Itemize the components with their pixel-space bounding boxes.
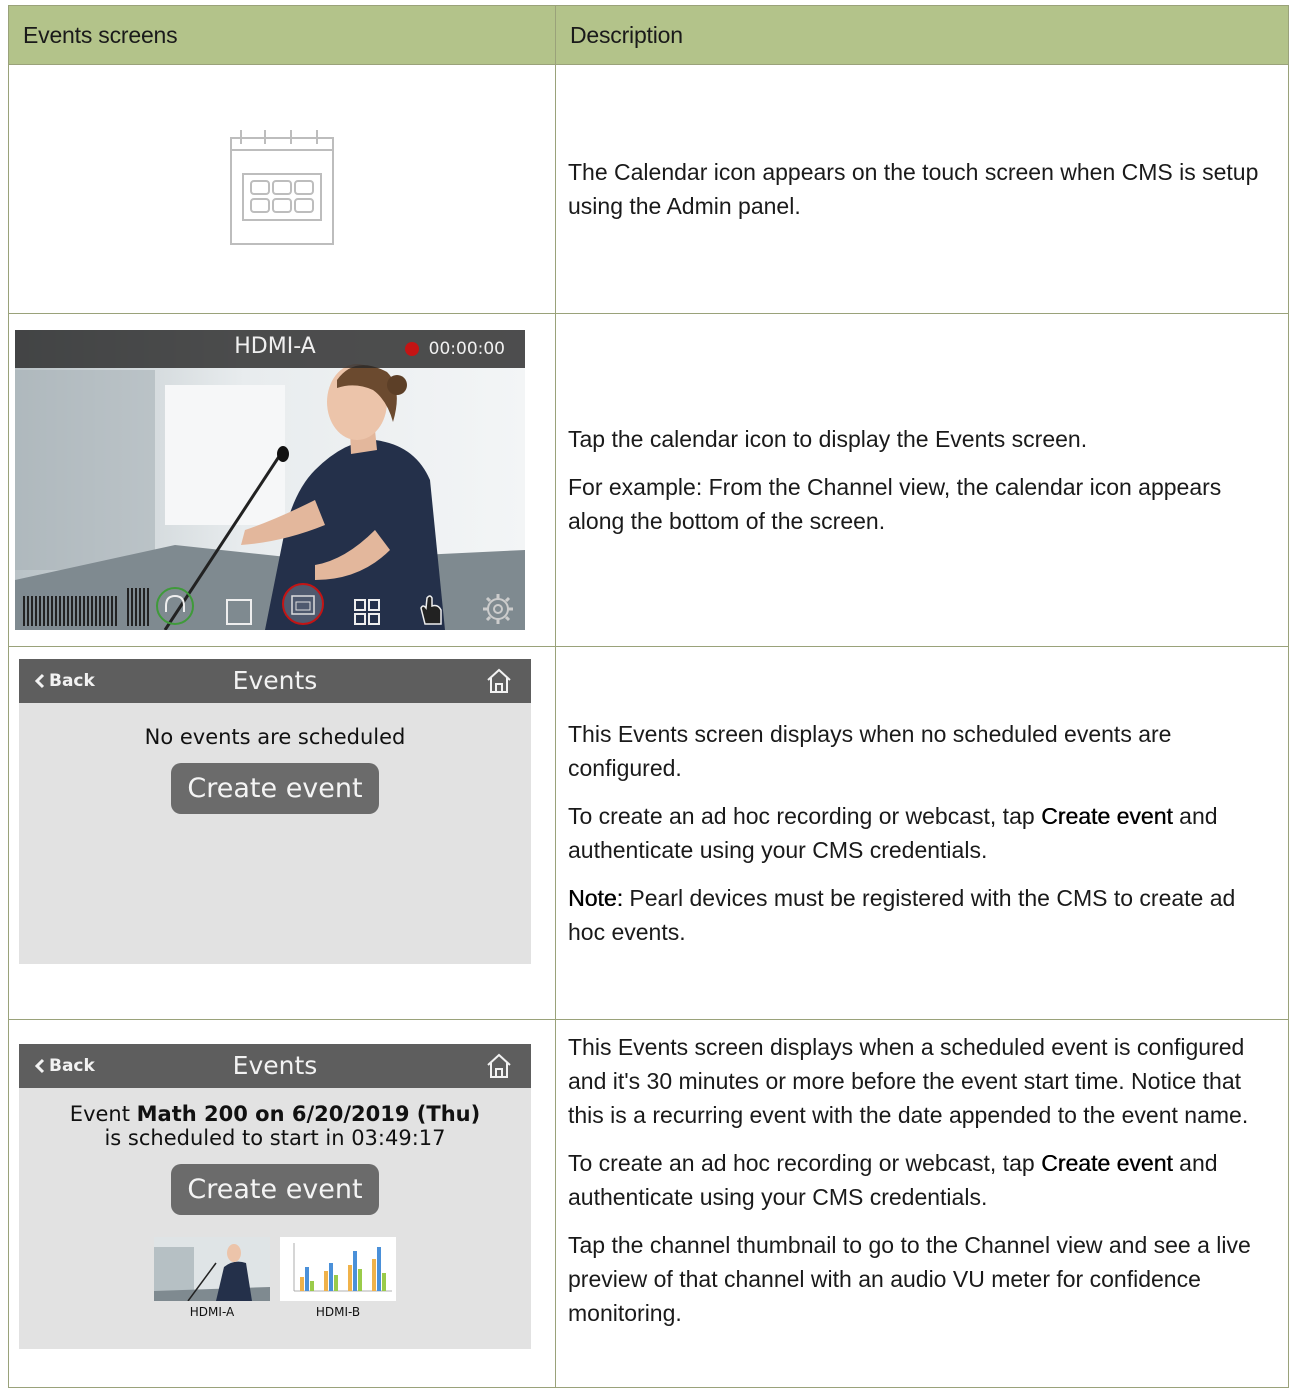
countdown-text: is scheduled to start in 03:49:17 (104, 1126, 446, 1150)
channel-bottom-toolbar (15, 578, 525, 630)
thumbnail-label: HDMI-A (189, 1305, 235, 1319)
channel-top-bar: HDMI-A 00:00:00 (15, 330, 525, 368)
screen-cell: HDMI-A 00:00:00 (8, 313, 556, 647)
header-description: Description (555, 5, 1289, 65)
note-label: Note: (568, 885, 623, 911)
text-run: To create an ad hoc recording or webcast… (568, 1150, 1042, 1176)
scheduled-event-message: Event Math 200 on 6/20/2019 (Thu) is sch… (19, 1102, 531, 1150)
description-cell: This Events screen displays when no sche… (555, 646, 1289, 1020)
events-title: Events (232, 666, 318, 695)
text-run: Event (69, 1102, 137, 1126)
table-header-row: Events screens Description (8, 5, 1289, 65)
channel-view-screenshot: HDMI-A 00:00:00 (15, 330, 525, 630)
thumbnail-label: HDMI-B (315, 1305, 361, 1319)
layout-grid-icon[interactable] (353, 598, 381, 626)
presenter-thumbnail (154, 1237, 270, 1301)
create-event-bold: Create event (1041, 803, 1173, 829)
events-header: Back Events (19, 659, 531, 703)
home-icon[interactable] (485, 667, 513, 695)
screen-cell: Back Events No events are scheduled Crea… (8, 646, 556, 1020)
channel-thumbnail-hdmi-a[interactable]: HDMI-A (154, 1237, 270, 1319)
description-paragraph: To create an ad hoc recording or webcast… (568, 1146, 1276, 1214)
events-header: Back Events (19, 1044, 531, 1088)
table-row: The Calendar icon appears on the touch s… (8, 64, 1289, 314)
timer-value: 00:00:00 (428, 339, 505, 359)
text-run: Pearl devices must be registered with th… (568, 885, 1236, 945)
text-run: To create an ad hoc recording or webcast… (568, 803, 1042, 829)
description-paragraph: For example: From the Channel view, the … (568, 474, 1222, 534)
calendar-icon (230, 130, 334, 245)
headphones-icon[interactable] (155, 586, 195, 626)
events-title: Events (232, 1051, 318, 1080)
table-row: HDMI-A 00:00:00 Tap the calendar icon to… (8, 313, 1289, 647)
gear-icon[interactable] (481, 592, 515, 626)
description-paragraph: This Events screen displays when a sched… (568, 1034, 1249, 1128)
description-paragraph: The Calendar icon appears on the touch s… (568, 159, 1259, 219)
events-screen-empty: Back Events No events are scheduled Crea… (19, 659, 531, 964)
bar-chart-thumbnail (280, 1237, 396, 1301)
audio-vu-meter (23, 588, 149, 626)
channel-thumbnail-hdmi-b[interactable]: HDMI-B (280, 1237, 396, 1319)
no-events-message: No events are scheduled (144, 725, 406, 749)
recording-timer: 00:00:00 (404, 339, 505, 359)
description-paragraph: Tap the calendar icon to display the Eve… (568, 426, 1088, 452)
description-cell: Tap the calendar icon to display the Eve… (555, 313, 1289, 647)
description-paragraph: To create an ad hoc recording or webcast… (568, 799, 1276, 867)
description-paragraph: Note: Pearl devices must be registered w… (568, 881, 1276, 949)
create-event-button[interactable]: Create event (171, 1164, 379, 1215)
channel-thumbnails: HDMI-A HDMI-B (19, 1237, 531, 1319)
calendar-icon[interactable] (281, 582, 325, 626)
create-event-button[interactable]: Create event (171, 763, 379, 814)
event-name: Math 200 on 6/20/2019 (Thu) (136, 1102, 481, 1126)
header-events-screens: Events screens (8, 5, 556, 65)
events-screens-table: Events screens Description The Calendar … (8, 5, 1289, 1388)
description-cell: This Events screen displays when a sched… (555, 1019, 1289, 1388)
home-icon[interactable] (485, 1052, 513, 1080)
screen-cell (8, 64, 556, 314)
description-paragraph: Tap the channel thumbnail to go to the C… (568, 1232, 1251, 1326)
record-dot-icon (404, 342, 419, 356)
stop-icon[interactable] (225, 598, 253, 626)
screen-cell: Back Events Event Math 200 on 6/20/2019 … (8, 1019, 556, 1388)
events-screen-scheduled: Back Events Event Math 200 on 6/20/2019 … (19, 1044, 531, 1349)
description-paragraph: This Events screen displays when no sche… (568, 721, 1172, 781)
create-event-bold: Create event (1041, 1150, 1173, 1176)
description-cell: The Calendar icon appears on the touch s… (555, 64, 1289, 314)
table-row: Back Events Event Math 200 on 6/20/2019 … (8, 1019, 1289, 1388)
touch-hand-icon[interactable] (415, 590, 447, 626)
table-row: Back Events No events are scheduled Crea… (8, 646, 1289, 1020)
